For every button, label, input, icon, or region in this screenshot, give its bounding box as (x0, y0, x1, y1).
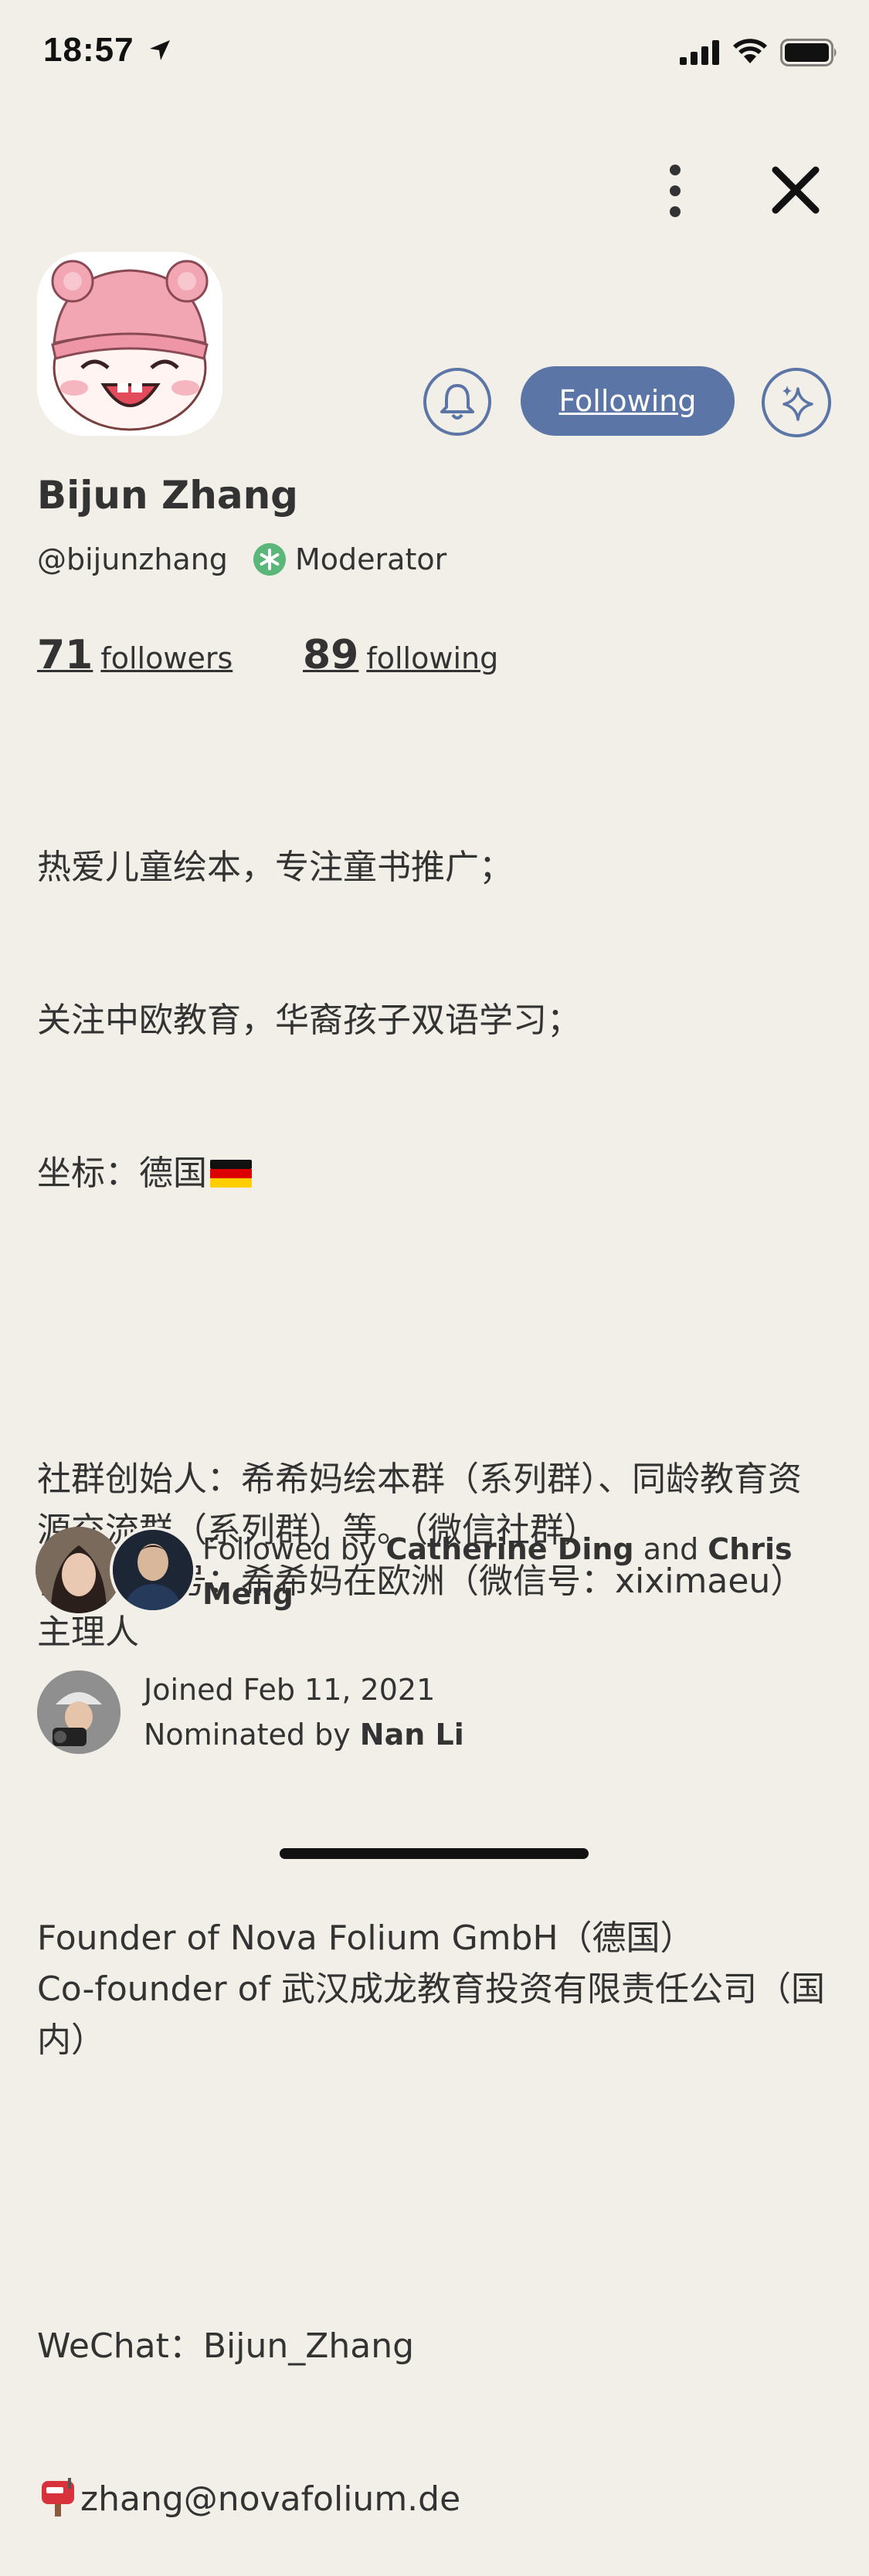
sparkle-icon (782, 386, 813, 421)
status-time: 18:57 (43, 31, 134, 69)
avatar-illustration (37, 252, 222, 436)
location-arrow-icon (150, 40, 170, 60)
mutual-name-1[interactable]: Catherine Ding (385, 1532, 633, 1566)
close-icon (772, 166, 820, 214)
nominated-prefix: Nominated by (144, 1718, 360, 1752)
signal-icon (680, 40, 719, 65)
wifi-icon (733, 39, 767, 63)
following-link[interactable]: 89 following (303, 632, 498, 678)
germany-flag-icon (210, 1160, 252, 1188)
followers-link[interactable]: 71 followers (37, 632, 233, 678)
mutual-avatar[interactable] (110, 1527, 196, 1613)
profile-bio: 热爱儿童绘本，专注童书推广； 关注中欧教育，华裔孩子双语学习； 坐标：德国 社群… (37, 740, 833, 2576)
notification-bell-button[interactable] (423, 368, 491, 436)
bio-location: 坐标：德国 (37, 1154, 207, 1193)
home-indicator[interactable] (280, 1848, 589, 1859)
joined-info: Joined Feb 11, 2021 Nominated by Nan Li (144, 1667, 464, 1757)
followed-by-joiner: and (633, 1532, 708, 1566)
followers-label: followers (100, 641, 233, 675)
bell-icon (440, 384, 474, 420)
nominated-line: Nominated by Nan Li (144, 1712, 464, 1757)
following-label: following (366, 641, 499, 675)
more-options-button[interactable] (658, 162, 692, 219)
bio-line: 热爱儿童绘本，专注童书推广； (37, 848, 513, 887)
nominator-avatar[interactable] (37, 1670, 121, 1754)
nominator-name[interactable]: Nan Li (360, 1718, 464, 1752)
followers-count: 71 (37, 632, 93, 678)
followed-by-prefix: Followed by (202, 1532, 386, 1566)
profile-name: Bijun Zhang (37, 473, 298, 518)
moderator-label: Moderator (295, 542, 447, 576)
bio-email-line: zhang@novafolium.de (37, 2474, 833, 2525)
battery-icon (780, 39, 837, 66)
bio-wechat: WeChat：Bijun_Zhang (37, 2326, 415, 2366)
more-vertical-icon (670, 165, 681, 217)
profile-avatar[interactable] (37, 252, 222, 436)
bio-line: 关注中欧教育，华裔孩子双语学习； (37, 1001, 581, 1040)
joined-date: Joined Feb 11, 2021 (144, 1673, 436, 1707)
following-button[interactable]: Following (521, 366, 735, 436)
followed-by-text: Followed by Catherine Ding and Chris Men… (202, 1527, 805, 1616)
profile-handle: @bijunzhang (37, 542, 228, 576)
close-button[interactable] (769, 164, 822, 216)
following-count: 89 (303, 632, 359, 678)
bio-company: Founder of Nova Folium GmbH（德国） Co-found… (37, 1918, 825, 2060)
moderator-asterisk-icon (253, 543, 286, 576)
sparkle-button[interactable] (762, 368, 831, 437)
bio-email[interactable]: zhang@novafolium.de (80, 2479, 460, 2519)
mailbox-icon (42, 2478, 74, 2517)
bio-line: 坐标：德国 (37, 1148, 833, 1199)
